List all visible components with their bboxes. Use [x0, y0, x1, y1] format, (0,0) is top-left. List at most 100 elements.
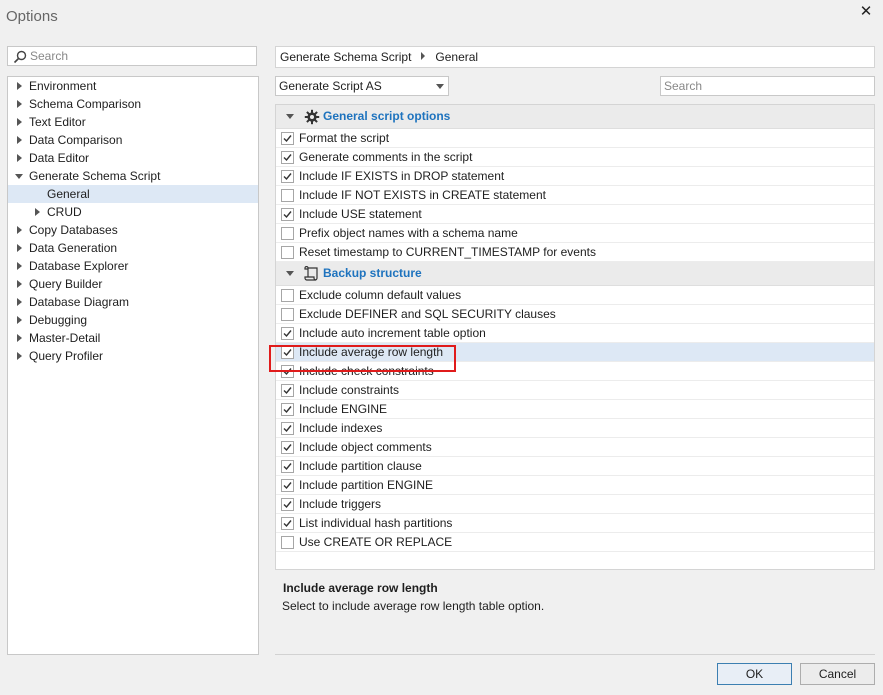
- option-row-include-triggers[interactable]: Include triggers: [276, 495, 874, 514]
- checkbox-checked[interactable]: [281, 460, 294, 473]
- option-row-format-the-script[interactable]: Format the script: [276, 129, 874, 148]
- chevron-right-icon[interactable]: [17, 82, 22, 90]
- tree-item-generate-schema-script[interactable]: Generate Schema Script: [8, 167, 258, 185]
- checkbox-checked[interactable]: [281, 422, 294, 435]
- close-button[interactable]: ✕: [857, 3, 875, 21]
- option-row-include-engine[interactable]: Include ENGINE: [276, 400, 874, 419]
- tree-item-crud[interactable]: CRUD: [8, 203, 258, 221]
- checkbox-checked[interactable]: [281, 151, 294, 164]
- tree-item-data-generation[interactable]: Data Generation: [8, 239, 258, 257]
- breadcrumb-parent[interactable]: Generate Schema Script: [280, 50, 411, 64]
- group-header[interactable]: Backup structure: [276, 262, 874, 286]
- tree-item-master-detail[interactable]: Master-Detail: [8, 329, 258, 347]
- option-label: Include partition clause: [299, 459, 422, 473]
- tree-item-copy-databases[interactable]: Copy Databases: [8, 221, 258, 239]
- chevron-right-icon[interactable]: [17, 352, 22, 360]
- checkbox-unchecked[interactable]: [281, 227, 294, 240]
- window-title: Options: [6, 8, 58, 25]
- checkbox-unchecked[interactable]: [281, 246, 294, 259]
- chevron-right-icon[interactable]: [35, 208, 40, 216]
- tree-item-label: Data Comparison: [29, 133, 123, 147]
- chevron-right-icon[interactable]: [17, 298, 22, 306]
- tree-item-database-diagram[interactable]: Database Diagram: [8, 293, 258, 311]
- option-label: Format the script: [299, 131, 390, 145]
- chevron-right-icon[interactable]: [17, 316, 22, 324]
- option-row-use-create-or-replace[interactable]: Use CREATE OR REPLACE: [276, 533, 874, 552]
- search-icon: [13, 50, 27, 64]
- chevron-right-icon[interactable]: [17, 154, 22, 162]
- options-search-box[interactable]: [660, 76, 875, 96]
- option-row-reset-timestamp-to-current-timestamp-for-events[interactable]: Reset timestamp to CURRENT_TIMESTAMP for…: [276, 243, 874, 262]
- option-row-exclude-column-default-values[interactable]: Exclude column default values: [276, 286, 874, 305]
- scroll-icon: [304, 265, 320, 282]
- tree-item-environment[interactable]: Environment: [8, 77, 258, 95]
- option-row-list-individual-hash-partitions[interactable]: List individual hash partitions: [276, 514, 874, 533]
- option-row-prefix-object-names-with-a-schema-name[interactable]: Prefix object names with a schema name: [276, 224, 874, 243]
- chevron-right-icon[interactable]: [17, 262, 22, 270]
- chevron-right-icon[interactable]: [17, 226, 22, 234]
- tree-item-query-builder[interactable]: Query Builder: [8, 275, 258, 293]
- checkbox-unchecked[interactable]: [281, 289, 294, 302]
- checkbox-unchecked[interactable]: [281, 536, 294, 549]
- close-icon: ✕: [859, 3, 873, 20]
- tree-item-label: Database Explorer: [29, 259, 129, 273]
- collapse-arrow-icon[interactable]: [286, 271, 294, 276]
- tree-item-data-editor[interactable]: Data Editor: [8, 149, 258, 167]
- tree-item-query-profiler[interactable]: Query Profiler: [8, 347, 258, 365]
- option-row-include-indexes[interactable]: Include indexes: [276, 419, 874, 438]
- checkbox-checked[interactable]: [281, 479, 294, 492]
- tree-item-debugging[interactable]: Debugging: [8, 311, 258, 329]
- script-as-dropdown[interactable]: Generate Script AS: [275, 76, 449, 96]
- cancel-button[interactable]: Cancel: [800, 663, 875, 685]
- option-row-include-partition-engine[interactable]: Include partition ENGINE: [276, 476, 874, 495]
- chevron-right-icon[interactable]: [17, 244, 22, 252]
- chevron-right-icon[interactable]: [17, 334, 22, 342]
- option-row-include-partition-clause[interactable]: Include partition clause: [276, 457, 874, 476]
- tree-item-label: Query Builder: [29, 277, 103, 291]
- options-search-input[interactable]: [664, 78, 869, 94]
- option-label: Include IF NOT EXISTS in CREATE statemen…: [299, 188, 546, 202]
- tree-item-general[interactable]: General: [8, 185, 258, 203]
- checkbox-checked[interactable]: [281, 327, 294, 340]
- option-row-include-check-constraints[interactable]: Include check constraints: [276, 362, 874, 381]
- tree-item-text-editor[interactable]: Text Editor: [8, 113, 258, 131]
- checkbox-checked[interactable]: [281, 384, 294, 397]
- checkbox-checked[interactable]: [281, 365, 294, 378]
- chevron-right-icon[interactable]: [17, 118, 22, 126]
- ok-button[interactable]: OK: [717, 663, 792, 685]
- option-row-exclude-definer-and-sql-security-clauses[interactable]: Exclude DEFINER and SQL SECURITY clauses: [276, 305, 874, 324]
- option-row-include-constraints[interactable]: Include constraints: [276, 381, 874, 400]
- checkbox-checked[interactable]: [281, 517, 294, 530]
- tree-search-box[interactable]: [7, 46, 257, 66]
- option-label: Include ENGINE: [299, 402, 388, 416]
- group-header[interactable]: General script options: [276, 105, 874, 129]
- checkbox-checked[interactable]: [281, 403, 294, 416]
- checkbox-checked[interactable]: [281, 170, 294, 183]
- checkbox-checked[interactable]: [281, 346, 294, 359]
- checkbox-checked[interactable]: [281, 441, 294, 454]
- option-label: Include indexes: [299, 421, 383, 435]
- checkbox-checked[interactable]: [281, 208, 294, 221]
- collapse-arrow-icon[interactable]: [286, 114, 294, 119]
- checkbox-unchecked[interactable]: [281, 189, 294, 202]
- chevron-right-icon[interactable]: [17, 100, 22, 108]
- option-row-include-if-exists-in-drop-statement[interactable]: Include IF EXISTS in DROP statement: [276, 167, 874, 186]
- tree-item-database-explorer[interactable]: Database Explorer: [8, 257, 258, 275]
- tree-item-schema-comparison[interactable]: Schema Comparison: [8, 95, 258, 113]
- tree-search-input[interactable]: [30, 48, 250, 64]
- chevron-down-icon[interactable]: [15, 174, 23, 179]
- script-as-value: Generate Script AS: [279, 79, 382, 93]
- option-row-include-object-comments[interactable]: Include object comments: [276, 438, 874, 457]
- checkbox-checked[interactable]: [281, 132, 294, 145]
- option-row-include-if-not-exists-in-create-statement[interactable]: Include IF NOT EXISTS in CREATE statemen…: [276, 186, 874, 205]
- checkbox-checked[interactable]: [281, 498, 294, 511]
- chevron-right-icon[interactable]: [17, 136, 22, 144]
- option-row-include-use-statement[interactable]: Include USE statement: [276, 205, 874, 224]
- tree-item-data-comparison[interactable]: Data Comparison: [8, 131, 258, 149]
- option-row-include-auto-increment-table-option[interactable]: Include auto increment table option: [276, 324, 874, 343]
- option-row-generate-comments-in-the-script[interactable]: Generate comments in the script: [276, 148, 874, 167]
- tree-item-label: Copy Databases: [29, 223, 118, 237]
- checkbox-unchecked[interactable]: [281, 308, 294, 321]
- option-row-include-average-row-length[interactable]: Include average row length: [276, 343, 874, 362]
- chevron-right-icon[interactable]: [17, 280, 22, 288]
